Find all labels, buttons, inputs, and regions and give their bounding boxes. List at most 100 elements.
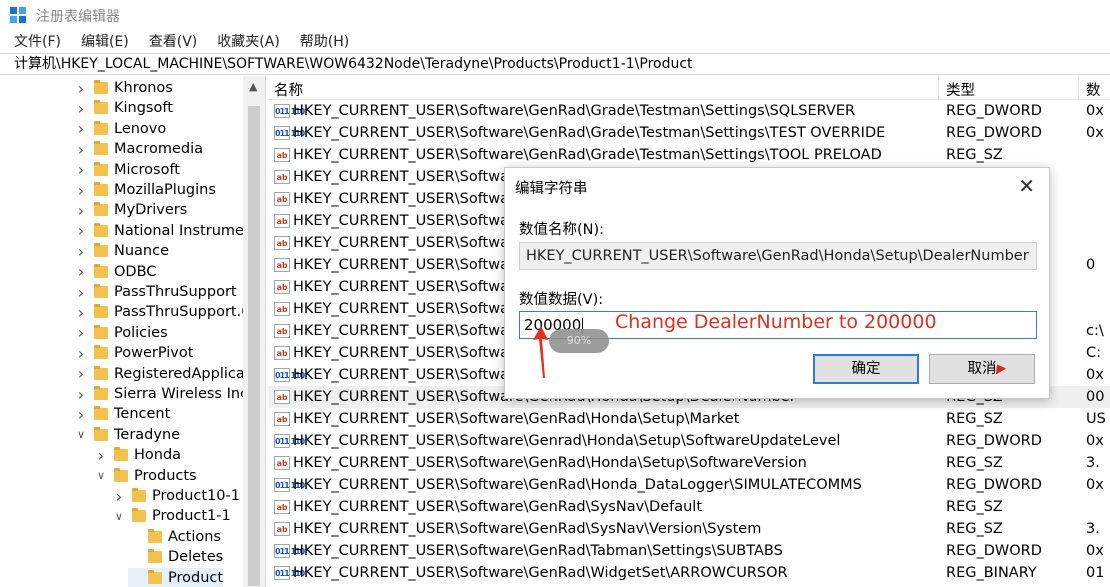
- tree-item[interactable]: › Lenovo: [74, 119, 166, 139]
- chevron-right-icon[interactable]: ›: [74, 160, 88, 179]
- value-data: 0x: [1086, 367, 1104, 383]
- menu-edit[interactable]: 编辑(E): [67, 31, 135, 51]
- tree-item[interactable]: ∨ Products: [94, 466, 197, 486]
- tree-item[interactable]: Actions: [128, 527, 221, 547]
- chevron-right-icon[interactable]: ›: [74, 283, 88, 302]
- tree-item[interactable]: Deletes: [128, 547, 223, 567]
- column-header-type[interactable]: 类型: [946, 79, 975, 100]
- tree-item[interactable]: › ODBC: [74, 262, 157, 282]
- tree-item[interactable]: › Tencent: [74, 404, 170, 424]
- tree-item[interactable]: › National Instrument: [74, 221, 259, 241]
- tree-item[interactable]: › MyDrivers: [74, 200, 187, 220]
- chevron-right-icon[interactable]: ›: [74, 140, 88, 159]
- chevron-right-icon[interactable]: ›: [74, 405, 88, 424]
- chevron-down-icon[interactable]: ∨: [74, 428, 88, 442]
- binary-value-icon: 011 110: [274, 478, 305, 492]
- value-row[interactable]: ab HKEY_CURRENT_USER\Software\GenRad\SysN…: [268, 518, 1110, 540]
- menu-file[interactable]: 文件(F): [0, 31, 67, 51]
- chevron-right-icon[interactable]: ›: [112, 487, 126, 506]
- column-divider[interactable]: [1078, 76, 1079, 100]
- window-title: 注册表编辑器: [36, 9, 120, 25]
- tree-item-label: PassThruSupport.04: [114, 304, 260, 321]
- tree-item[interactable]: › Nuance: [74, 241, 169, 261]
- chevron-right-icon[interactable]: ›: [74, 242, 88, 261]
- chevron-right-icon[interactable]: ›: [74, 344, 88, 363]
- value-name: HKEY_CURRENT_USER\Software\Genrad\Honda\…: [293, 433, 841, 449]
- value-row[interactable]: 011 110 HKEY_CURRENT_USER\Software\GenRad…: [268, 562, 1110, 584]
- column-header-data[interactable]: 数: [1086, 79, 1101, 100]
- tree-item[interactable]: ∨ Product1-1: [112, 506, 231, 526]
- scroll-up-icon[interactable]: ▲: [249, 80, 257, 93]
- tree-item[interactable]: › Sierra Wireless Inc: [74, 384, 248, 404]
- value-row[interactable]: abHKEY_CURRENT_USER\Software\GenRad\Hond…: [268, 452, 1110, 474]
- chevron-right-icon[interactable]: ›: [74, 181, 88, 200]
- chevron-right-icon[interactable]: ›: [94, 446, 108, 465]
- ok-button[interactable]: 确定: [813, 354, 919, 384]
- chevron-down-icon[interactable]: ∨: [112, 509, 126, 523]
- chevron-right-icon[interactable]: ›: [74, 119, 88, 138]
- tree-item[interactable]: › Product10-1: [112, 486, 240, 506]
- value-type: REG_DWORD: [946, 125, 1042, 141]
- string-value-icon: ab: [274, 522, 290, 536]
- value-type: REG_SZ: [946, 411, 1003, 427]
- tree-item-label: Actions: [168, 528, 221, 545]
- cancel-button[interactable]: 取消: [929, 354, 1035, 384]
- chevron-right-icon[interactable]: ›: [74, 385, 88, 404]
- value-type: REG_DWORD: [946, 477, 1042, 493]
- value-row[interactable]: 011 110 HKEY_CURRENT_USER\Software\GenRad…: [268, 100, 1110, 122]
- menu-help[interactable]: 帮助(H): [286, 31, 355, 51]
- chevron-right-icon[interactable]: ›: [74, 303, 88, 322]
- tree-item[interactable]: › PowerPivot: [74, 343, 194, 363]
- folder-icon: [94, 182, 108, 196]
- value-row[interactable]: ab HKEY_CURRENT_USER\Software\GenRad\Grad…: [268, 144, 1110, 166]
- tree-item[interactable]: › Kingsoft: [74, 98, 173, 118]
- chevron-right-icon[interactable]: ›: [74, 221, 88, 240]
- tree-item-label: Teradyne: [114, 426, 181, 443]
- tree-item[interactable]: › Honda: [94, 445, 181, 465]
- chevron-down-icon[interactable]: ∨: [94, 469, 108, 483]
- address-bar[interactable]: 计算机\HKEY_LOCAL_MACHINE\SOFTWARE\WOW6432N…: [0, 53, 1110, 75]
- value-data: 00: [1086, 389, 1105, 405]
- tree-item-label: Product10-1: [152, 488, 240, 504]
- value-row[interactable]: 011 110 HKEY_CURRENT_USER\Software\GenRad…: [268, 474, 1110, 496]
- binary-value-icon: 011 110: [274, 126, 305, 140]
- tree-item[interactable]: ∨ Teradyne: [74, 425, 180, 445]
- tree-item-label: MozillaPlugins: [114, 182, 216, 198]
- binary-value-icon: 011 110: [274, 544, 305, 558]
- tree-item-label: PowerPivot: [114, 345, 194, 362]
- value-row[interactable]: 011 110 HKEY_CURRENT_USER\Software\GenRad…: [268, 122, 1110, 144]
- menu-view[interactable]: 查看(V): [135, 31, 204, 51]
- column-divider[interactable]: [938, 76, 939, 100]
- tree-item[interactable]: › PassThruSupport: [74, 282, 237, 302]
- chevron-right-icon[interactable]: ›: [74, 201, 88, 220]
- chevron-right-icon[interactable]: ›: [74, 99, 88, 118]
- tree-item[interactable]: Product: [128, 567, 224, 587]
- chevron-right-icon[interactable]: ›: [74, 262, 88, 281]
- value-row[interactable]: abHKEY_CURRENT_USER\Software\GenRad\Hond…: [268, 408, 1110, 430]
- chevron-right-icon[interactable]: ›: [74, 364, 88, 383]
- tree-item[interactable]: › PassThruSupport.04: [74, 302, 260, 322]
- tree-item[interactable]: › MozillaPlugins: [74, 180, 216, 200]
- column-header-name[interactable]: 名称: [274, 79, 303, 100]
- value-row[interactable]: 011 110 HKEY_CURRENT_USER\Software\GenRad…: [268, 540, 1110, 562]
- tree-item[interactable]: › Microsoft: [74, 160, 180, 180]
- tree-scrollbar[interactable]: ▲: [243, 76, 265, 587]
- string-value-icon: ab: [274, 280, 290, 294]
- menu-bar: 文件(F) 编辑(E) 查看(V) 收藏夹(A) 帮助(H): [0, 30, 355, 52]
- value-name: HKEY_CURRENT_USER\Software\GenRad\Widget…: [293, 565, 788, 581]
- value-name-label: 数值名称(N):: [519, 222, 605, 238]
- chevron-right-icon[interactable]: ›: [74, 323, 88, 342]
- tree-item[interactable]: › RegisteredApplicati: [74, 364, 255, 384]
- value-row[interactable]: ab HKEY_CURRENT_USER\Software\GenRad\SysN…: [268, 496, 1110, 518]
- tree-item-label: Product1-1: [152, 508, 231, 525]
- close-icon[interactable]: ✕: [1018, 174, 1035, 198]
- value-name: HKEY_CURRENT_USER\Software\GenRad\Grade\…: [293, 147, 882, 163]
- tree-scroll-thumb[interactable]: [248, 106, 260, 586]
- value-row[interactable]: 011 110 HKEY_CURRENT_USER\Software\Genrad…: [268, 430, 1110, 452]
- tree-item[interactable]: › Macromedia: [74, 139, 203, 159]
- tree-item[interactable]: › Policies: [74, 323, 168, 343]
- chevron-right-icon[interactable]: ›: [74, 79, 88, 98]
- folder-icon: [94, 80, 108, 94]
- menu-favorites[interactable]: 收藏夹(A): [203, 31, 286, 51]
- tree-item[interactable]: › Khronos: [74, 78, 173, 98]
